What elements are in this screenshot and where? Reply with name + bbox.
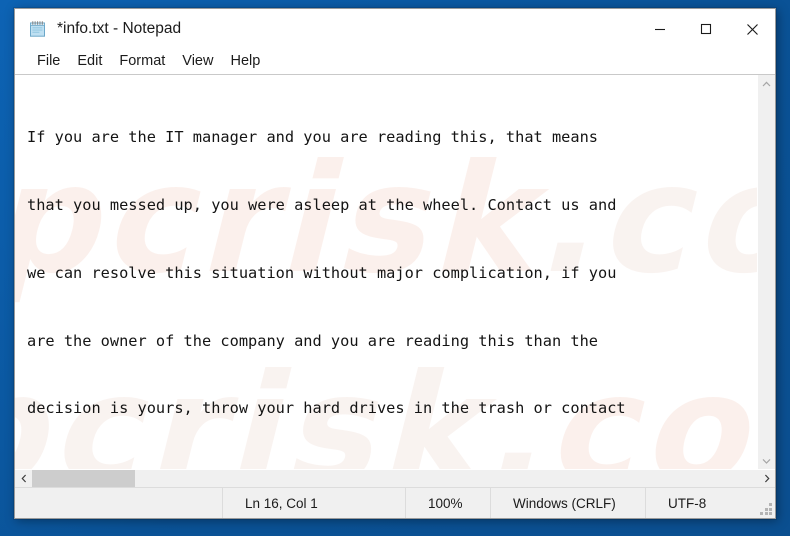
status-zoom: 100%	[405, 488, 490, 518]
menu-item-edit[interactable]: Edit	[69, 51, 110, 72]
status-spacer	[15, 488, 222, 518]
document-text[interactable]: If you are the IT manager and you are re…	[15, 75, 757, 469]
minimize-icon	[655, 28, 665, 31]
menu-bar: File Edit Format View Help	[15, 49, 775, 74]
horizontal-scrollbar-thumb[interactable]	[32, 470, 135, 487]
chevron-left-icon[interactable]	[15, 470, 32, 487]
maximize-icon	[700, 23, 712, 35]
close-button[interactable]	[729, 9, 775, 49]
editor-region: pcrisk.com pcrisk.com If you are the IT m…	[15, 74, 775, 487]
chevron-right-icon[interactable]	[758, 470, 775, 487]
window-controls	[637, 9, 775, 49]
menu-item-view[interactable]: View	[174, 51, 221, 72]
menu-item-format[interactable]: Format	[111, 51, 173, 72]
status-line-ending: Windows (CRLF)	[490, 488, 645, 518]
text-line: decision is yours, throw your hard drive…	[27, 399, 626, 418]
resize-grip-icon[interactable]	[760, 503, 772, 515]
horizontal-scrollbar[interactable]	[15, 469, 775, 487]
horizontal-scrollbar-track[interactable]	[32, 470, 758, 487]
minimize-button[interactable]	[637, 9, 683, 49]
notepad-icon	[29, 20, 47, 38]
window-title: *info.txt - Notepad	[57, 20, 182, 37]
status-bar: Ln 16, Col 1 100% Windows (CRLF) UTF-8	[15, 487, 775, 518]
text-line: us and pay a nominal fee to recover your…	[27, 465, 757, 469]
close-icon	[746, 23, 758, 35]
status-line-column: Ln 16, Col 1	[222, 488, 405, 518]
title-bar[interactable]: *info.txt - Notepad	[15, 9, 775, 49]
chevron-up-icon[interactable]	[758, 75, 775, 92]
status-encoding: UTF-8	[645, 488, 775, 518]
text-area[interactable]: pcrisk.com pcrisk.com If you are the IT m…	[15, 75, 757, 469]
text-line: that you messed up, you were asleep at t…	[27, 195, 617, 214]
menu-item-file[interactable]: File	[29, 51, 68, 72]
text-line: are the owner of the company and you are…	[27, 331, 598, 350]
chevron-down-icon[interactable]	[758, 452, 775, 469]
text-line: we can resolve this situation without ma…	[27, 263, 617, 282]
maximize-button[interactable]	[683, 9, 729, 49]
notepad-window: *info.txt - Notepad File Edit Format Vie…	[14, 8, 776, 519]
menu-item-help[interactable]: Help	[222, 51, 268, 72]
vertical-scrollbar[interactable]	[757, 75, 775, 469]
text-line: If you are the IT manager and you are re…	[27, 128, 598, 147]
vertical-scrollbar-track[interactable]	[758, 92, 775, 452]
